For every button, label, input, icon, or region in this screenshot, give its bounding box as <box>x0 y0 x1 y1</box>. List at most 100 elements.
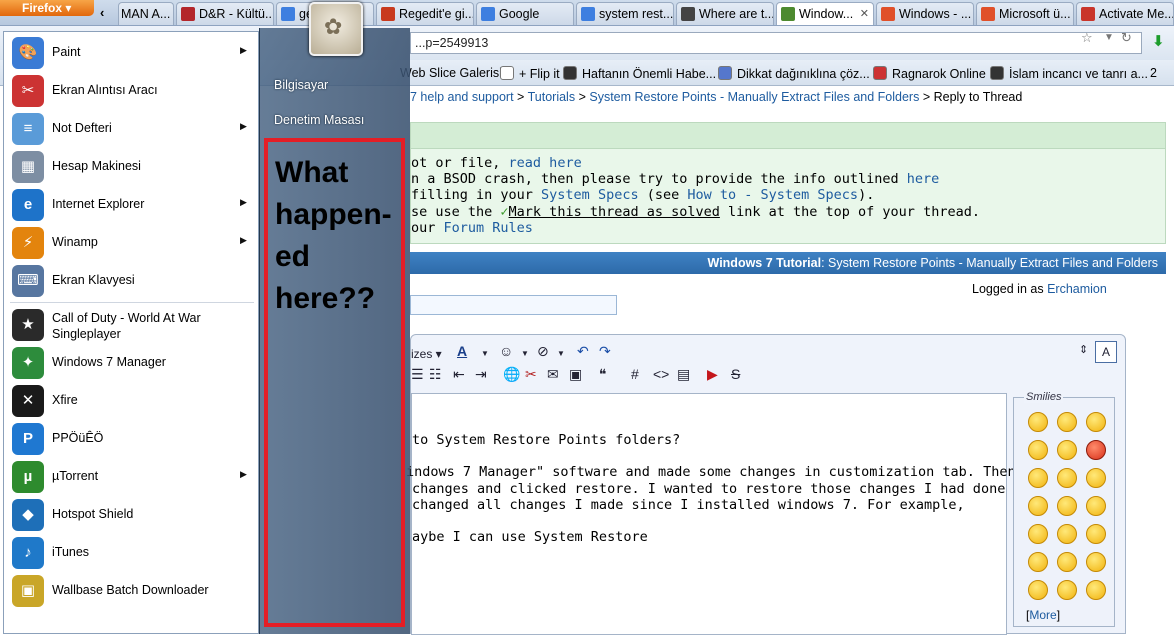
attachment-dropdown-icon[interactable]: ▼ <box>557 349 565 358</box>
start-menu-item-0[interactable]: 🎨 Paint ▶ <box>4 34 258 72</box>
font-color-dropdown-icon[interactable]: ▼ <box>481 349 489 358</box>
start-menu-item-5[interactable]: ⚡ Winamp ▶ <box>4 224 258 262</box>
tab-8[interactable]: Windows - ... <box>876 2 974 25</box>
here-link[interactable]: here <box>907 171 940 187</box>
undo-icon[interactable]: ↶ <box>577 343 589 360</box>
read-here-link[interactable]: read here <box>509 155 582 171</box>
tab-0[interactable]: MAN A... <box>118 2 174 25</box>
url-input[interactable]: ...p=2549913 <box>410 32 1142 54</box>
smiley-icon[interactable] <box>1086 524 1106 544</box>
firefox-menu-button[interactable]: Firefox ▾ <box>0 0 94 16</box>
control-panel-link[interactable]: Denetim Masası <box>274 113 364 127</box>
message-textarea[interactable]: to System Restore Points folders? indows… <box>406 393 1078 635</box>
code-brackets-icon[interactable]: <> <box>653 366 669 382</box>
smiley-icon[interactable] <box>1086 580 1106 600</box>
bullet-list-icon[interactable]: ☷ <box>429 366 442 383</box>
download-arrow-icon[interactable]: ⬇ <box>1152 32 1165 50</box>
start-menu-item-1[interactable]: ✂ Ekran Alıntısı Aracı <box>4 72 258 110</box>
how-to-system-specs-link[interactable]: How to - System Specs <box>687 187 858 203</box>
smiley-icon[interactable] <box>1057 552 1077 572</box>
start-menu-item-9[interactable]: ✕ Xfire <box>4 382 258 420</box>
tab-7[interactable]: Window... ✕ <box>776 2 874 25</box>
switch-editor-mode-icon[interactable]: A <box>1095 341 1117 363</box>
outdent-icon[interactable]: ⇤ <box>453 366 465 383</box>
smiley-dropdown-icon[interactable]: ▼ <box>521 349 529 358</box>
start-menu-item-6[interactable]: ⌨ Ekran Klavyesi <box>4 262 258 300</box>
insert-image-icon[interactable]: ▣ <box>569 366 582 383</box>
system-specs-link[interactable]: System Specs <box>541 187 639 203</box>
tab-1[interactable]: D&R - Kültü... <box>176 2 274 25</box>
bookmark-item[interactable]: 2 <box>1150 66 1157 80</box>
start-menu-item-2[interactable]: ≡ Not Defteri ▶ <box>4 110 258 148</box>
smiley-icon[interactable] <box>1028 440 1048 460</box>
breadcrumb-link-thread[interactable]: System Restore Points - Manually Extract… <box>589 90 919 104</box>
smiley-icon[interactable] <box>1057 412 1077 432</box>
start-menu-item-4[interactable]: e Internet Explorer ▶ <box>4 186 258 224</box>
smiley-icon[interactable] <box>1028 412 1048 432</box>
php-icon[interactable]: ▤ <box>677 366 690 383</box>
smiley-icon[interactable] <box>1086 412 1106 432</box>
smiley-icon[interactable] <box>1028 468 1048 488</box>
font-color-icon[interactable]: A <box>457 343 467 359</box>
smiley-icon[interactable] <box>1057 496 1077 516</box>
start-menu-item-11[interactable]: µ µTorrent ▶ <box>4 458 258 496</box>
smiley-icon[interactable] <box>1057 468 1077 488</box>
insert-link-icon[interactable]: 🌐 <box>503 366 520 383</box>
smiley-icon[interactable] <box>1086 468 1106 488</box>
smiley-icon[interactable] <box>1086 552 1106 572</box>
smiley-icon[interactable] <box>1086 496 1106 516</box>
strikethrough-icon[interactable]: S <box>731 366 740 382</box>
start-menu-item-13[interactable]: ♪ iTunes <box>4 534 258 572</box>
insert-email-icon[interactable]: ✉ <box>547 366 559 383</box>
tab-10[interactable]: Activate Me... <box>1076 2 1174 25</box>
url-dropdown-icon[interactable]: ▼ <box>1104 32 1114 43</box>
bookmark-star-icon[interactable]: ☆ <box>1081 30 1093 46</box>
user-avatar[interactable]: ✿ <box>309 2 363 56</box>
bookmark-item[interactable]: Haftanın Önemli Habe... <box>563 66 716 81</box>
tab-4[interactable]: Google <box>476 2 574 25</box>
tab-5[interactable]: system rest... <box>576 2 674 25</box>
attachment-icon[interactable]: ⊘ <box>537 343 549 360</box>
smiley-icon[interactable] <box>1028 496 1048 516</box>
tab-3[interactable]: Regedit'e gi... <box>376 2 474 25</box>
smiley-icon[interactable] <box>1057 524 1077 544</box>
resize-arrows-icon[interactable]: ⇕ <box>1079 343 1088 356</box>
start-menu-item-14[interactable]: ▣ Wallbase Batch Downloader <box>4 572 258 610</box>
redo-icon[interactable]: ↷ <box>599 343 611 360</box>
bookmark-item[interactable]: Dikkat dağınıklına çöz... <box>718 66 870 81</box>
tab-scroll-left[interactable]: ‹ <box>100 5 104 20</box>
start-menu-item-7[interactable]: ★ Call of Duty - World At War Singleplaye… <box>4 306 258 344</box>
smiley-menu-icon[interactable]: ☺ <box>499 343 513 359</box>
quote-icon[interactable]: ❝ <box>599 366 607 383</box>
font-size-select[interactable]: izes ▾ <box>411 347 442 361</box>
remove-link-icon[interactable]: ✂ <box>525 366 537 383</box>
start-menu-item-8[interactable]: ✦ Windows 7 Manager <box>4 344 258 382</box>
smiley-icon[interactable] <box>1028 552 1048 572</box>
forum-rules-link[interactable]: Forum Rules <box>444 220 533 236</box>
tab-6[interactable]: Where are t... <box>676 2 774 25</box>
mark-solved-link[interactable]: Mark this thread as solved <box>509 204 720 220</box>
align-right-icon[interactable]: ☰ <box>411 366 424 383</box>
username-link[interactable]: Erchamion <box>1047 282 1107 296</box>
tab-9[interactable]: Microsoft ü... <box>976 2 1074 25</box>
smiley-icon[interactable] <box>1028 580 1048 600</box>
breadcrumb-link-help[interactable]: 7 help and support <box>410 90 514 104</box>
breadcrumb-link-tutorials[interactable]: Tutorials <box>528 90 575 104</box>
bookmark-item[interactable]: Web Slice Galerisi <box>400 66 502 80</box>
smiley-icon[interactable] <box>1086 440 1106 460</box>
smiley-icon[interactable] <box>1057 580 1077 600</box>
youtube-icon[interactable]: ▶ <box>707 366 718 383</box>
computer-link[interactable]: Bilgisayar <box>274 78 328 92</box>
start-menu-item-12[interactable]: ◆ Hotspot Shield <box>4 496 258 534</box>
start-menu-item-3[interactable]: ▦ Hesap Makinesi <box>4 148 258 186</box>
code-hash-icon[interactable]: # <box>631 366 639 382</box>
more-smilies-link[interactable]: More <box>1029 608 1056 622</box>
close-tab-icon[interactable]: ✕ <box>860 3 869 25</box>
smiley-icon[interactable] <box>1057 440 1077 460</box>
thread-title-input[interactable] <box>410 295 617 315</box>
reload-icon[interactable]: ↻ <box>1121 30 1132 46</box>
bookmark-item[interactable]: + Flip it <box>500 66 560 81</box>
smiley-icon[interactable] <box>1028 524 1048 544</box>
indent-icon[interactable]: ⇥ <box>475 366 487 383</box>
start-menu-item-10[interactable]: P PPÖüÊÖ <box>4 420 258 458</box>
